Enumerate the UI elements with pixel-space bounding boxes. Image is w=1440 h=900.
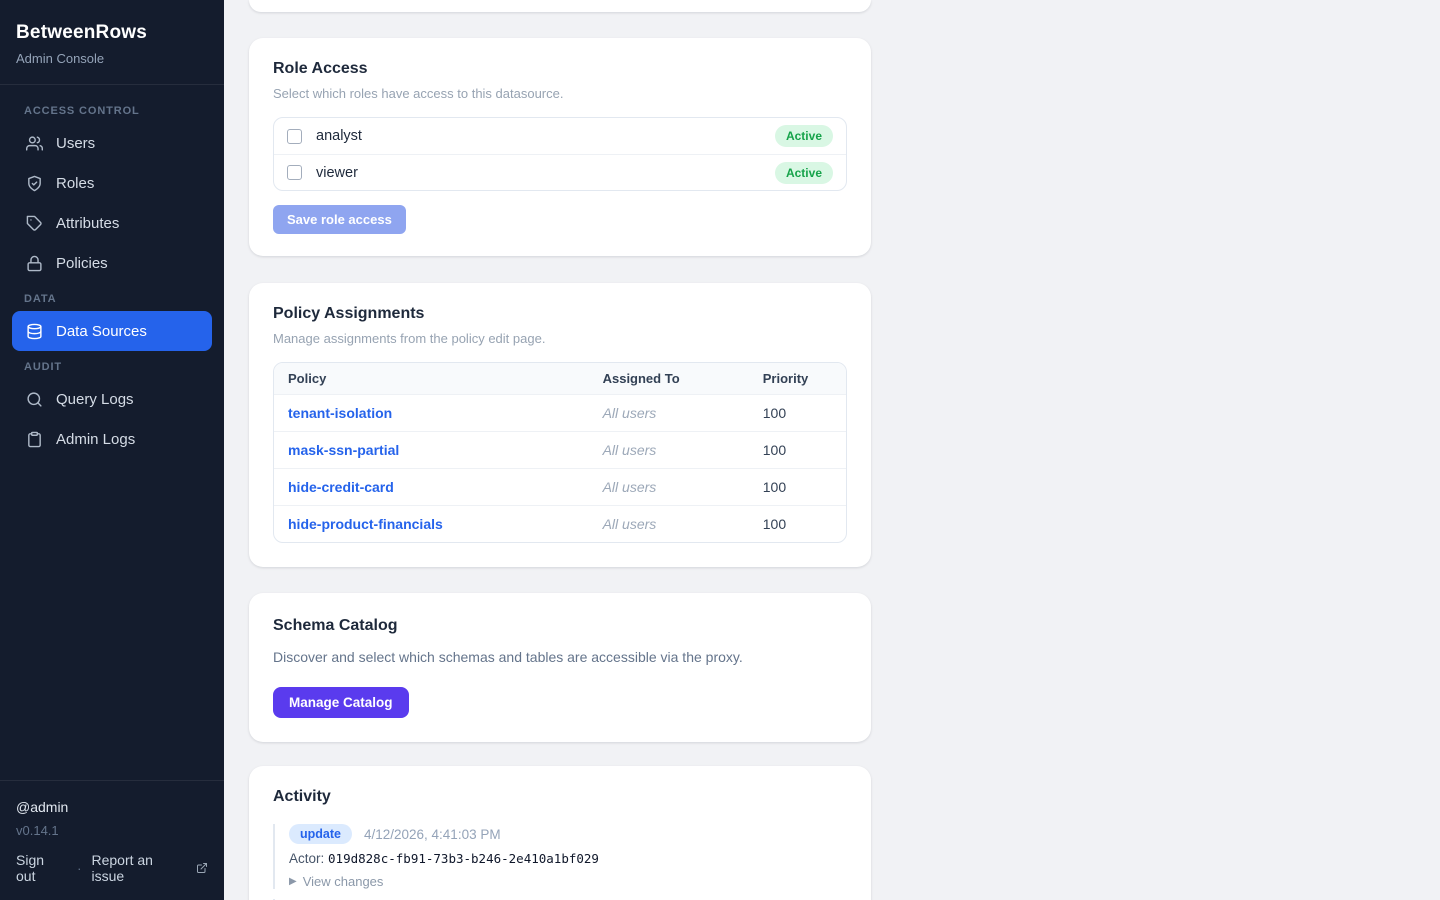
- sidebar-item-label: Query Logs: [56, 391, 134, 408]
- actor-id: 019d828c-fb91-73b3-b246-2e410a1bf029: [328, 851, 599, 866]
- column-header-policy: Policy: [274, 363, 589, 394]
- actor-label: Actor:: [289, 851, 324, 866]
- activity-card: Activity update 4/12/2026, 4:41:03 PM Ac…: [249, 766, 871, 900]
- external-link-icon: [196, 862, 208, 874]
- role-list: analyst Active viewer Active: [273, 117, 847, 191]
- assigned-to-value: All users: [589, 469, 749, 505]
- section-label-audit: Audit: [24, 361, 200, 373]
- role-row-analyst: analyst Active: [274, 118, 846, 154]
- sidebar-item-label: Attributes: [56, 215, 119, 232]
- policy-assignments-subtitle: Manage assignments from the policy edit …: [273, 331, 847, 346]
- sidebar: BetweenRows Admin Console Access Control…: [0, 0, 224, 900]
- app-subtitle: Admin Console: [16, 51, 208, 66]
- table-row: mask-ssn-partial All users 100: [274, 432, 846, 469]
- lock-icon: [26, 255, 43, 272]
- table-row: tenant-isolation All users 100: [274, 395, 846, 432]
- save-role-access-button[interactable]: Save role access: [273, 205, 406, 234]
- role-name: analyst: [316, 128, 362, 144]
- policy-link[interactable]: hide-product-financials: [288, 516, 443, 532]
- role-checkbox[interactable]: [287, 165, 302, 180]
- priority-value: 100: [749, 395, 846, 431]
- report-issue-label: Report an issue: [91, 852, 189, 884]
- column-header-assigned-to: Assigned To: [589, 363, 749, 394]
- policy-link[interactable]: hide-credit-card: [288, 479, 394, 495]
- policy-link[interactable]: tenant-isolation: [288, 405, 392, 421]
- view-changes-toggle[interactable]: ▶ View changes: [289, 874, 847, 889]
- sidebar-item-label: Users: [56, 135, 95, 152]
- activity-entry: update 4/12/2026, 4:41:03 PM Actor: 019d…: [273, 824, 847, 889]
- action-badge: update: [289, 824, 352, 844]
- section-label-data: Data: [24, 293, 200, 305]
- column-header-priority: Priority: [749, 363, 846, 394]
- priority-value: 100: [749, 432, 846, 468]
- current-user: @admin: [16, 799, 208, 815]
- sidebar-item-query-logs[interactable]: Query Logs: [12, 379, 212, 419]
- app-version: v0.14.1: [16, 823, 208, 838]
- database-icon: [26, 323, 43, 340]
- activity-timestamp: 4/12/2026, 4:41:03 PM: [364, 827, 501, 842]
- assigned-to-value: All users: [589, 432, 749, 468]
- sidebar-item-policies[interactable]: Policies: [12, 243, 212, 283]
- table-row: hide-credit-card All users 100: [274, 469, 846, 506]
- sidebar-item-admin-logs[interactable]: Admin Logs: [12, 419, 212, 459]
- tag-icon: [26, 215, 43, 232]
- role-checkbox[interactable]: [287, 129, 302, 144]
- role-row-viewer: viewer Active: [274, 154, 846, 190]
- status-badge: Active: [775, 125, 833, 147]
- sidebar-item-label: Data Sources: [56, 323, 147, 340]
- priority-value: 100: [749, 469, 846, 505]
- table-row: hide-product-financials All users 100: [274, 506, 846, 542]
- sidebar-item-users[interactable]: Users: [12, 123, 212, 163]
- main-content: Role Access Select which roles have acce…: [224, 0, 1440, 900]
- policy-assignments-card: Policy Assignments Manage assignments fr…: [249, 283, 871, 567]
- sidebar-item-label: Policies: [56, 255, 108, 272]
- role-access-title: Role Access: [273, 60, 847, 78]
- schema-catalog-description: Discover and select which schemas and ta…: [273, 649, 847, 665]
- link-separator: ·: [77, 861, 81, 876]
- role-name: viewer: [316, 165, 358, 181]
- sidebar-nav: Access Control Users Roles Attributes Po…: [0, 85, 224, 459]
- assigned-to-value: All users: [589, 395, 749, 431]
- schema-catalog-title: Schema Catalog: [273, 617, 847, 635]
- policy-table: Policy Assigned To Priority tenant-isola…: [273, 362, 847, 543]
- disclosure-triangle-icon: ▶: [289, 876, 297, 887]
- sidebar-header: BetweenRows Admin Console: [0, 0, 224, 85]
- assigned-to-value: All users: [589, 506, 749, 542]
- section-label-access-control: Access Control: [24, 105, 200, 117]
- schema-catalog-card: Schema Catalog Discover and select which…: [249, 593, 871, 742]
- sidebar-item-label: Roles: [56, 175, 94, 192]
- previous-card-partial: [249, 0, 871, 12]
- role-access-card: Role Access Select which roles have acce…: [249, 38, 871, 256]
- policy-table-header: Policy Assigned To Priority: [274, 363, 846, 395]
- status-badge: Active: [775, 162, 833, 184]
- policy-assignments-title: Policy Assignments: [273, 305, 847, 323]
- shield-check-icon: [26, 175, 43, 192]
- sidebar-item-label: Admin Logs: [56, 431, 135, 448]
- sidebar-item-attributes[interactable]: Attributes: [12, 203, 212, 243]
- sign-out-link[interactable]: Sign out: [16, 852, 67, 884]
- activity-title: Activity: [273, 788, 847, 806]
- view-changes-label: View changes: [303, 874, 384, 889]
- users-icon: [26, 135, 43, 152]
- sidebar-item-data-sources[interactable]: Data Sources: [12, 311, 212, 351]
- sidebar-footer: @admin v0.14.1 Sign out · Report an issu…: [0, 780, 224, 900]
- policy-link[interactable]: mask-ssn-partial: [288, 442, 399, 458]
- app-brand: BetweenRows: [16, 22, 208, 44]
- sidebar-item-roles[interactable]: Roles: [12, 163, 212, 203]
- clipboard-icon: [26, 431, 43, 448]
- priority-value: 100: [749, 506, 846, 542]
- role-access-subtitle: Select which roles have access to this d…: [273, 86, 847, 101]
- search-icon: [26, 391, 43, 408]
- manage-catalog-button[interactable]: Manage Catalog: [273, 687, 409, 718]
- report-issue-link[interactable]: Report an issue: [91, 852, 208, 884]
